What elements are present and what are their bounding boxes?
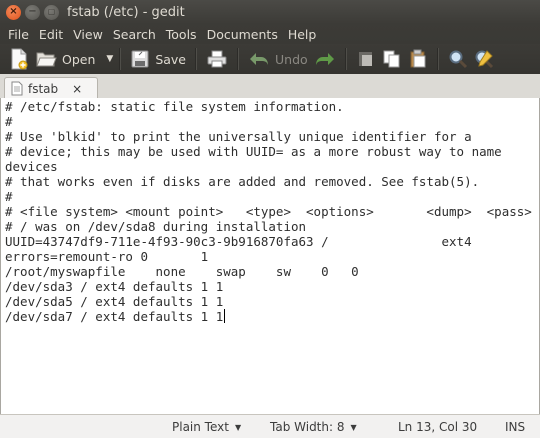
document-tabs: fstab × <box>0 74 540 99</box>
minimize-icon: − <box>28 6 37 17</box>
text-cursor <box>224 309 226 323</box>
toolbar-separator <box>195 48 197 70</box>
copy-icon <box>382 49 402 69</box>
menu-documents[interactable]: Documents <box>203 27 282 42</box>
menu-view[interactable]: View <box>69 27 107 42</box>
open-icon <box>35 49 57 69</box>
find-button[interactable] <box>445 46 471 72</box>
undo-button[interactable]: Undo <box>245 46 311 72</box>
toolbar-separator <box>344 48 347 70</box>
gedit-window: × − ▢ fstab (/etc) - gedit File Edit Vie… <box>0 0 540 438</box>
cursor-position-label: Ln 13, Col 30 <box>398 420 478 434</box>
save-icon <box>130 49 150 69</box>
status-bar: Plain Text ▼ Tab Width: 8 ▼ Ln 13, Col 3… <box>0 414 540 438</box>
minimize-window-button[interactable]: − <box>25 4 40 20</box>
editor-line: # that works even if disks are added and… <box>5 174 480 189</box>
insert-mode-label: INS <box>505 420 526 434</box>
toolbar-separator <box>237 48 239 70</box>
menu-search[interactable]: Search <box>109 27 160 42</box>
redo-icon <box>314 50 336 68</box>
editor-line: /dev/sda3 / ext4 defaults 1 1 <box>5 279 224 294</box>
paste-button[interactable] <box>405 46 431 72</box>
editor-line: errors=remount-ro 0 1 <box>5 249 209 264</box>
close-icon: × <box>9 6 18 17</box>
window-controls: × − ▢ <box>6 4 59 20</box>
maximize-icon: ▢ <box>47 7 56 16</box>
editor-line: # Use 'blkid' to print the universally u… <box>5 129 472 144</box>
chevron-down-icon: ▼ <box>234 422 242 432</box>
tab-width-selector[interactable]: Tab Width: 8 ▼ <box>270 420 357 434</box>
editor-line: # <file system> <mount point> <type> <op… <box>5 204 532 219</box>
menu-edit[interactable]: Edit <box>35 27 67 42</box>
language-selector[interactable]: Plain Text ▼ <box>172 420 241 434</box>
editor-line: # <box>5 189 13 204</box>
cut-icon <box>356 49 376 69</box>
copy-button[interactable] <box>379 46 405 72</box>
chevron-down-icon: ▼ <box>350 422 357 432</box>
new-document-button[interactable] <box>6 46 32 72</box>
replace-icon <box>474 49 494 69</box>
print-button[interactable] <box>203 46 231 72</box>
toolbar: Open ▼ Save Undo <box>0 44 540 74</box>
redo-button[interactable] <box>311 46 339 72</box>
print-icon <box>206 49 228 69</box>
language-label: Plain Text <box>172 420 229 434</box>
text-editor[interactable]: # /etc/fstab: static file system informa… <box>0 98 540 415</box>
editor-line: # device; this may be used with UUID= as… <box>5 144 502 159</box>
toolbar-separator <box>436 48 439 70</box>
text-document-icon <box>11 81 23 96</box>
cursor-position: Ln 13, Col 30 <box>398 420 477 434</box>
find-icon <box>448 49 468 69</box>
open-button[interactable]: Open <box>32 46 98 72</box>
menu-bar: File Edit View Search Tools Documents He… <box>0 24 540 44</box>
tab-width-label: Tab Width: 8 <box>270 420 345 434</box>
editor-line: /root/myswapfile none swap sw 0 0 <box>5 264 359 279</box>
undo-label: Undo <box>275 51 308 67</box>
replace-button[interactable] <box>471 46 497 72</box>
open-label: Open <box>62 51 96 67</box>
cut-button[interactable] <box>353 46 379 72</box>
toolbar-separator <box>119 48 122 70</box>
editor-line-text: /dev/sda7 / ext4 defaults 1 1 <box>5 309 224 324</box>
editor-line: # <box>5 114 13 129</box>
save-label: Save <box>155 51 186 67</box>
maximize-window-button[interactable]: ▢ <box>44 4 59 20</box>
undo-icon <box>248 50 270 68</box>
insert-mode: INS <box>505 420 525 434</box>
tab-close-icon[interactable]: × <box>72 82 82 96</box>
paste-icon <box>408 49 428 69</box>
save-button[interactable]: Save <box>127 46 189 72</box>
close-window-button[interactable]: × <box>6 4 21 20</box>
menu-file[interactable]: File <box>4 27 33 42</box>
editor-line-current: /dev/sda7 / ext4 defaults 1 1 <box>5 309 226 324</box>
editor-line: devices <box>5 159 58 174</box>
tab-label: fstab <box>28 81 59 96</box>
new-document-icon <box>9 48 29 70</box>
menu-help[interactable]: Help <box>284 27 321 42</box>
open-recent-dropdown[interactable]: ▼ <box>106 54 113 64</box>
editor-line: # /etc/fstab: static file system informa… <box>5 99 344 114</box>
editor-line: UUID=43747df9-711e-4f93-90c3-9b916870fa6… <box>5 234 472 249</box>
title-bar: × − ▢ fstab (/etc) - gedit <box>0 0 540 24</box>
editor-line: /dev/sda5 / ext4 defaults 1 1 <box>5 294 224 309</box>
editor-line: # / was on /dev/sda8 during installation <box>5 219 307 234</box>
menu-tools[interactable]: Tools <box>162 27 201 42</box>
window-title: fstab (/etc) - gedit <box>67 4 185 20</box>
tab-fstab[interactable]: fstab × <box>4 77 98 99</box>
